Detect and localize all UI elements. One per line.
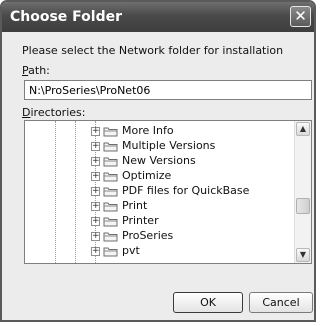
tree-item[interactable]: + Print <box>91 199 291 213</box>
expand-plus-icon[interactable]: + <box>91 217 100 226</box>
tree-item-label: pvt <box>122 244 140 257</box>
tree-item-label: ProSeries <box>122 229 174 242</box>
folder-icon <box>103 217 118 227</box>
dialog-title: Choose Folder <box>10 9 123 25</box>
tree-item[interactable]: + ProSeries <box>91 229 291 243</box>
chevron-up-icon: ▲ <box>299 124 307 133</box>
tree-item-label: New Versions <box>122 154 196 167</box>
tree-item-label: Printer <box>122 214 159 227</box>
instructions-text: Please select the Network folder for ins… <box>22 44 284 57</box>
tree-item-label: More Info <box>122 124 174 137</box>
path-input[interactable] <box>24 80 312 100</box>
tree-item[interactable]: + pvt <box>91 244 291 258</box>
vertical-scrollbar[interactable]: ▲ ▼ <box>294 121 311 263</box>
tree-guide-line <box>55 121 56 263</box>
scroll-down-button[interactable]: ▼ <box>296 248 310 262</box>
tree-item-label: PDF files for QuickBase <box>122 184 250 197</box>
ok-button[interactable]: OK <box>173 292 243 313</box>
directory-tree[interactable]: + More Info + Multiple Versions + New Version… <box>24 120 312 264</box>
expand-plus-icon[interactable]: + <box>91 142 100 151</box>
folder-icon <box>103 232 118 242</box>
tree-item-label: Print <box>122 199 148 212</box>
directories-label-rest: irectories: <box>30 106 86 119</box>
expand-plus-icon[interactable]: + <box>91 187 100 196</box>
tree-guide-line <box>75 121 76 263</box>
tree-item-label: Optimize <box>122 169 172 182</box>
tree-item[interactable]: + New Versions <box>91 154 291 168</box>
directories-label: Directories: <box>22 106 85 119</box>
folder-icon <box>103 157 118 167</box>
folder-icon <box>103 172 118 182</box>
tree-item[interactable]: + More Info <box>91 124 291 138</box>
folder-icon <box>103 247 118 257</box>
scroll-thumb[interactable] <box>296 198 310 214</box>
choose-folder-dialog: Choose Folder ✕ Please select the Networ… <box>0 0 316 322</box>
tree-item[interactable]: + PDF files for QuickBase <box>91 184 291 198</box>
expand-plus-icon[interactable]: + <box>91 172 100 181</box>
path-label: Path: <box>22 64 50 77</box>
path-label-rest: ath: <box>28 64 50 77</box>
folder-icon <box>103 127 118 137</box>
tree-item[interactable]: + Optimize <box>91 169 291 183</box>
expand-plus-icon[interactable]: + <box>91 202 100 211</box>
cancel-button[interactable]: Cancel <box>249 292 313 313</box>
expand-plus-icon[interactable]: + <box>91 157 100 166</box>
scroll-up-button[interactable]: ▲ <box>296 122 310 136</box>
expand-plus-icon[interactable]: + <box>91 127 100 136</box>
close-icon: ✕ <box>294 7 307 25</box>
folder-icon <box>103 187 118 197</box>
close-button[interactable]: ✕ <box>290 6 311 27</box>
title-bar[interactable]: Choose Folder ✕ <box>2 2 314 32</box>
folder-icon <box>103 142 118 152</box>
expand-plus-icon[interactable]: + <box>91 247 100 256</box>
folder-icon <box>103 202 118 212</box>
chevron-down-icon: ▼ <box>299 250 307 259</box>
tree-item[interactable]: + Multiple Versions <box>91 139 291 153</box>
expand-plus-icon[interactable]: + <box>91 232 100 241</box>
tree-item-label: Multiple Versions <box>122 139 216 152</box>
tree-item[interactable]: + Printer <box>91 214 291 228</box>
